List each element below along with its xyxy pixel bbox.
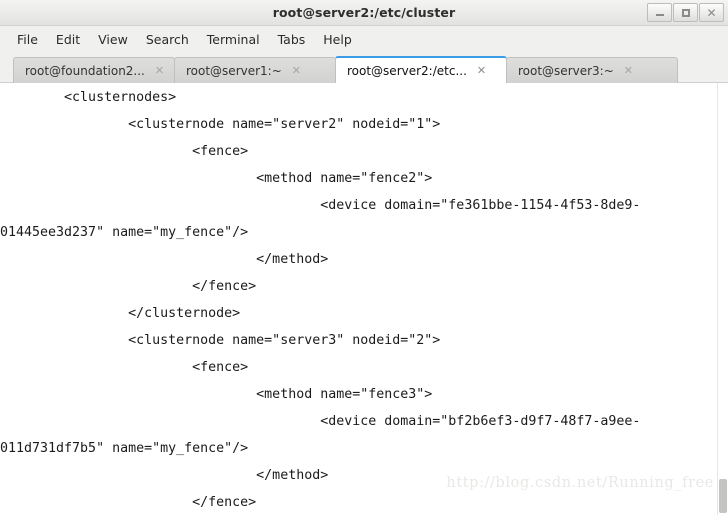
tab-foundation2[interactable]: root@foundation2... ✕: [13, 57, 175, 83]
tab-server3[interactable]: root@server3:~ ✕: [506, 57, 678, 83]
terminal-area[interactable]: <clusternodes> <clusternode name="server…: [0, 83, 728, 515]
menu-item-search[interactable]: Search: [137, 30, 198, 49]
tab-label: root@server1:~: [186, 63, 282, 78]
menu-item-edit[interactable]: Edit: [47, 30, 89, 49]
menu-item-tabs[interactable]: Tabs: [269, 30, 315, 49]
tab-close-icon[interactable]: ✕: [624, 65, 633, 76]
minimize-icon: [655, 14, 664, 16]
menu-item-terminal[interactable]: Terminal: [198, 30, 269, 49]
tab-server2[interactable]: root@server2:/etc... ✕: [335, 56, 507, 83]
maximize-button[interactable]: [673, 3, 698, 22]
tab-close-icon[interactable]: ✕: [155, 65, 164, 76]
close-icon: ✕: [706, 5, 717, 20]
close-button[interactable]: ✕: [699, 3, 724, 22]
menu-item-view[interactable]: View: [89, 30, 137, 49]
window-title: root@server2:/etc/cluster: [272, 5, 456, 20]
tab-server1[interactable]: root@server1:~ ✕: [174, 57, 336, 83]
tabbar: root@foundation2... ✕ root@server1:~ ✕ r…: [0, 53, 728, 83]
menubar: File Edit View Search Terminal Tabs Help: [0, 26, 728, 53]
tab-label: root@server3:~: [518, 63, 614, 78]
scrollbar-thumb[interactable]: [719, 479, 727, 513]
menu-item-help[interactable]: Help: [314, 30, 361, 49]
tab-close-icon[interactable]: ✕: [292, 65, 301, 76]
terminal-output: <clusternodes> <clusternode name="server…: [0, 90, 641, 510]
minimize-button[interactable]: [647, 3, 672, 22]
terminal-window: root@server2:/etc/cluster ✕ File Edit Vi…: [0, 0, 728, 515]
menu-item-file[interactable]: File: [8, 30, 47, 49]
maximize-icon: [681, 8, 690, 17]
terminal-screen[interactable]: <clusternodes> <clusternode name="server…: [0, 83, 717, 515]
window-controls: ✕: [647, 3, 724, 22]
tab-label: root@foundation2...: [25, 63, 145, 78]
window-titlebar[interactable]: root@server2:/etc/cluster ✕: [0, 0, 728, 26]
terminal-scrollbar[interactable]: [717, 83, 728, 515]
tab-label: root@server2:/etc...: [347, 63, 467, 78]
tab-close-icon[interactable]: ✕: [477, 65, 486, 76]
